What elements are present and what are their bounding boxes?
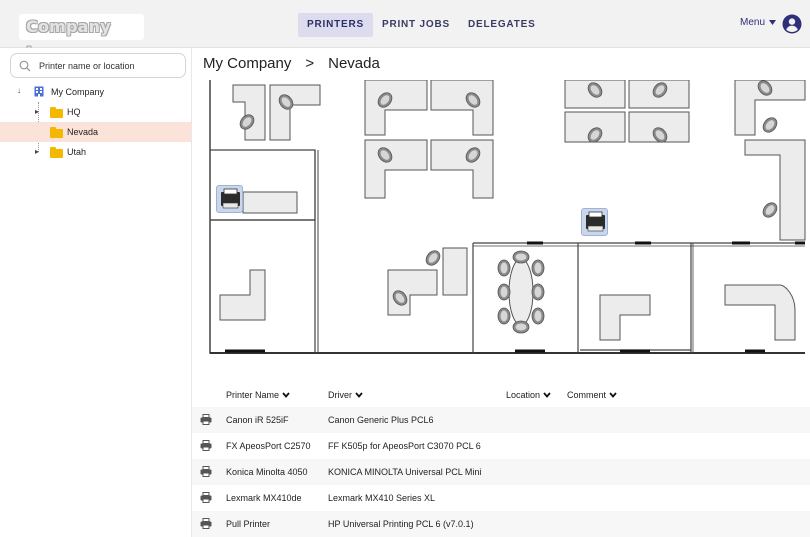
tab-printers[interactable]: PRINTERS [298,13,373,37]
map-printer-marker[interactable] [216,185,243,213]
floor-plan[interactable] [205,80,810,360]
printer-name: Konica Minolta 4050 [226,467,308,477]
table-row[interactable]: Pull Printer HP Universal Printing PCL 6… [192,511,810,537]
printer-driver: Lexmark MX410 Series XL [328,493,436,503]
tree-label-nevada: Nevada [67,127,99,137]
tree-node-nevada[interactable]: Nevada [0,122,191,142]
account-circle-icon[interactable] [782,14,802,34]
chevron-down-icon [282,392,290,398]
printer-name: Pull Printer [226,519,271,529]
breadcrumb-item-nevada: Nevada [328,55,380,72]
column-header-driver[interactable]: Driver [328,390,363,400]
chevron-down-icon [355,392,363,398]
expand-down-icon: ↓ [17,86,21,95]
search-input[interactable] [39,57,179,74]
printer-icon [200,414,212,425]
tab-delegates[interactable]: DELEGATES [459,13,545,37]
company-logo[interactable]: Company Logo [19,14,144,62]
table-row[interactable]: Konica Minolta 4050 KONICA MINOLTA Unive… [192,459,810,485]
caret-down-icon [769,20,777,25]
search-icon [19,60,31,72]
printer-icon [200,466,212,477]
map-printer-marker[interactable] [581,208,608,236]
tree-node-utah[interactable]: ▸ Utah [0,142,191,162]
folder-icon [50,147,63,158]
tree-node-hq[interactable]: ▸ HQ [0,102,191,122]
column-label: Comment [567,390,607,400]
menu-label: Menu [740,17,766,28]
tree-label-utah: Utah [67,147,87,157]
expand-right-icon: ▸ [35,147,40,156]
chevron-down-icon [543,392,551,398]
printer-icon [200,440,212,451]
printer-icon [200,518,212,529]
column-label: Driver [328,390,352,400]
breadcrumb: My Company > Nevada [203,55,380,72]
main-tabs: PRINTERS PRINT JOBS DELEGATES [298,13,545,37]
expand-right-icon: ▸ [35,107,40,116]
tab-print-jobs[interactable]: PRINT JOBS [373,13,459,37]
column-label: Location [506,390,541,400]
tree-label-hq: HQ [67,107,81,117]
table-row[interactable]: Canon iR 525iF Canon Generic Plus PCL6 [192,407,810,433]
folder-icon [50,127,63,138]
search-box [10,53,186,78]
tree-label-my-company: My Company [51,87,105,97]
printer-driver: FF K505p for ApeosPort C3070 PCL 6 [328,441,481,451]
menu-button[interactable]: Menu [740,17,777,28]
printer-name: Canon iR 525iF [226,415,289,425]
chevron-down-icon [609,392,617,398]
printer-driver: HP Universal Printing PCL 6 (v7.0.1) [328,519,474,529]
sidebar: ↓ My Company ▸ HQ Nevada ▸ Utah [0,48,192,537]
printer-name: FX ApeosPort C2570 [226,441,311,451]
table-row[interactable]: Lexmark MX410de Lexmark MX410 Series XL [192,485,810,511]
printer-driver: Canon Generic Plus PCL6 [328,415,434,425]
printer-driver: KONICA MINOLTA Universal PCL Mini [328,467,482,477]
printer-icon [221,188,240,209]
building-icon [34,86,44,97]
column-label: Printer Name [226,390,280,400]
folder-icon [50,107,63,118]
column-header-printer-name[interactable]: Printer Name [226,390,290,400]
column-header-location[interactable]: Location [506,390,551,400]
breadcrumb-separator: > [305,55,315,72]
tree-node-my-company[interactable]: ↓ My Company [0,82,191,102]
breadcrumb-item-my-company[interactable]: My Company [203,55,291,72]
printer-name: Lexmark MX410de [226,493,302,503]
printer-icon [586,211,605,232]
printer-icon [200,492,212,503]
top-bar: Company Logo PRINTERS PRINT JOBS DELEGAT… [0,0,810,62]
table-header: Printer Name Driver Location Comment [192,386,810,406]
table-row[interactable]: FX ApeosPort C2570 FF K505p for ApeosPor… [192,433,810,459]
column-header-comment[interactable]: Comment [567,390,617,400]
